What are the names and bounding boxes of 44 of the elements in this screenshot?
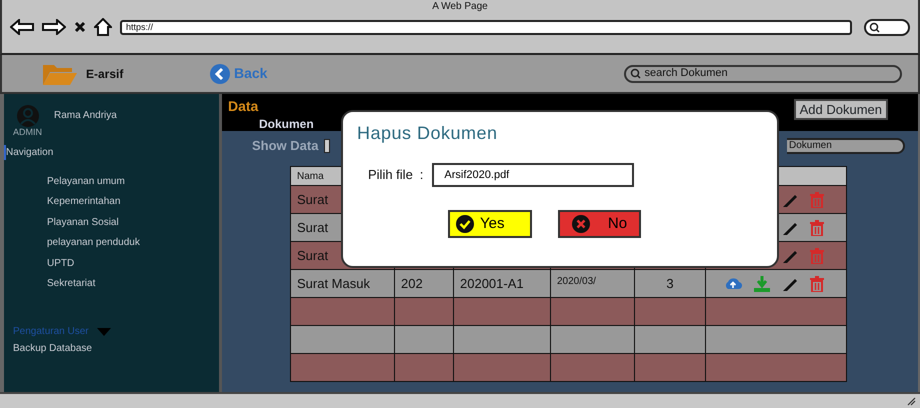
app-logo-text: E-arsif <box>86 66 124 82</box>
back-circle-icon <box>210 64 230 84</box>
check-circle-icon <box>456 215 474 233</box>
field-separator: : <box>420 166 424 184</box>
url-field[interactable]: https:// <box>120 20 852 34</box>
search-placeholder: search Dokumen <box>644 66 728 82</box>
window-title: A Web Page <box>431 0 489 14</box>
page-title: Data <box>228 97 258 116</box>
nav-item[interactable]: Kepemerintahan <box>4 192 219 213</box>
cloud-upload-icon[interactable] <box>724 277 742 290</box>
table-cell: 2020/03/ <box>550 270 634 298</box>
search-icon <box>869 22 880 32</box>
user-role: ADMIN <box>13 128 42 137</box>
table-cell: Surat Masuk <box>290 270 394 298</box>
add-document-button[interactable]: Add Dokumen <box>794 99 888 120</box>
search-field[interactable] <box>864 18 910 36</box>
dialog-title: Hapus Dokumen <box>357 122 499 145</box>
navigation-heading: Navigation <box>4 145 219 160</box>
nav-item[interactable]: Sekretariat <box>4 274 219 294</box>
yes-button[interactable]: Yes <box>448 210 532 238</box>
close-icon[interactable] <box>74 21 86 33</box>
avatar-icon <box>16 104 40 128</box>
nav-item[interactable]: Playanan Sosial <box>4 212 219 234</box>
search-field[interactable]: Dokumen <box>787 138 905 154</box>
user-name: Rama Andriya <box>54 109 117 123</box>
home-icon[interactable] <box>94 18 112 36</box>
table-cell: 202 <box>394 270 454 298</box>
page-subtitle: Dokumen <box>259 116 314 133</box>
file-field[interactable]: Arsif2020.pdf <box>432 163 634 187</box>
nav-item[interactable]: UPTD <box>4 254 219 274</box>
no-button[interactable]: No <box>558 210 641 238</box>
search-field[interactable]: search Dokumen <box>624 64 902 82</box>
table-cell: 3 <box>634 270 706 298</box>
forward-arrow-icon[interactable] <box>42 19 66 35</box>
nav-item[interactable]: Pelayanan umum <box>4 172 219 192</box>
entries-select[interactable] <box>324 138 330 152</box>
close-circle-icon <box>572 215 590 233</box>
search-icon <box>630 68 642 79</box>
resize-grip-icon[interactable] <box>906 396 916 406</box>
show-data-label: Show Data <box>252 136 318 155</box>
nav-item[interactable]: pelayanan penduduk <box>4 233 219 254</box>
backup-link[interactable]: Backup Database <box>13 341 219 356</box>
back-arrow-icon[interactable] <box>10 19 34 35</box>
table-cell: 202001-A1 <box>454 270 550 298</box>
